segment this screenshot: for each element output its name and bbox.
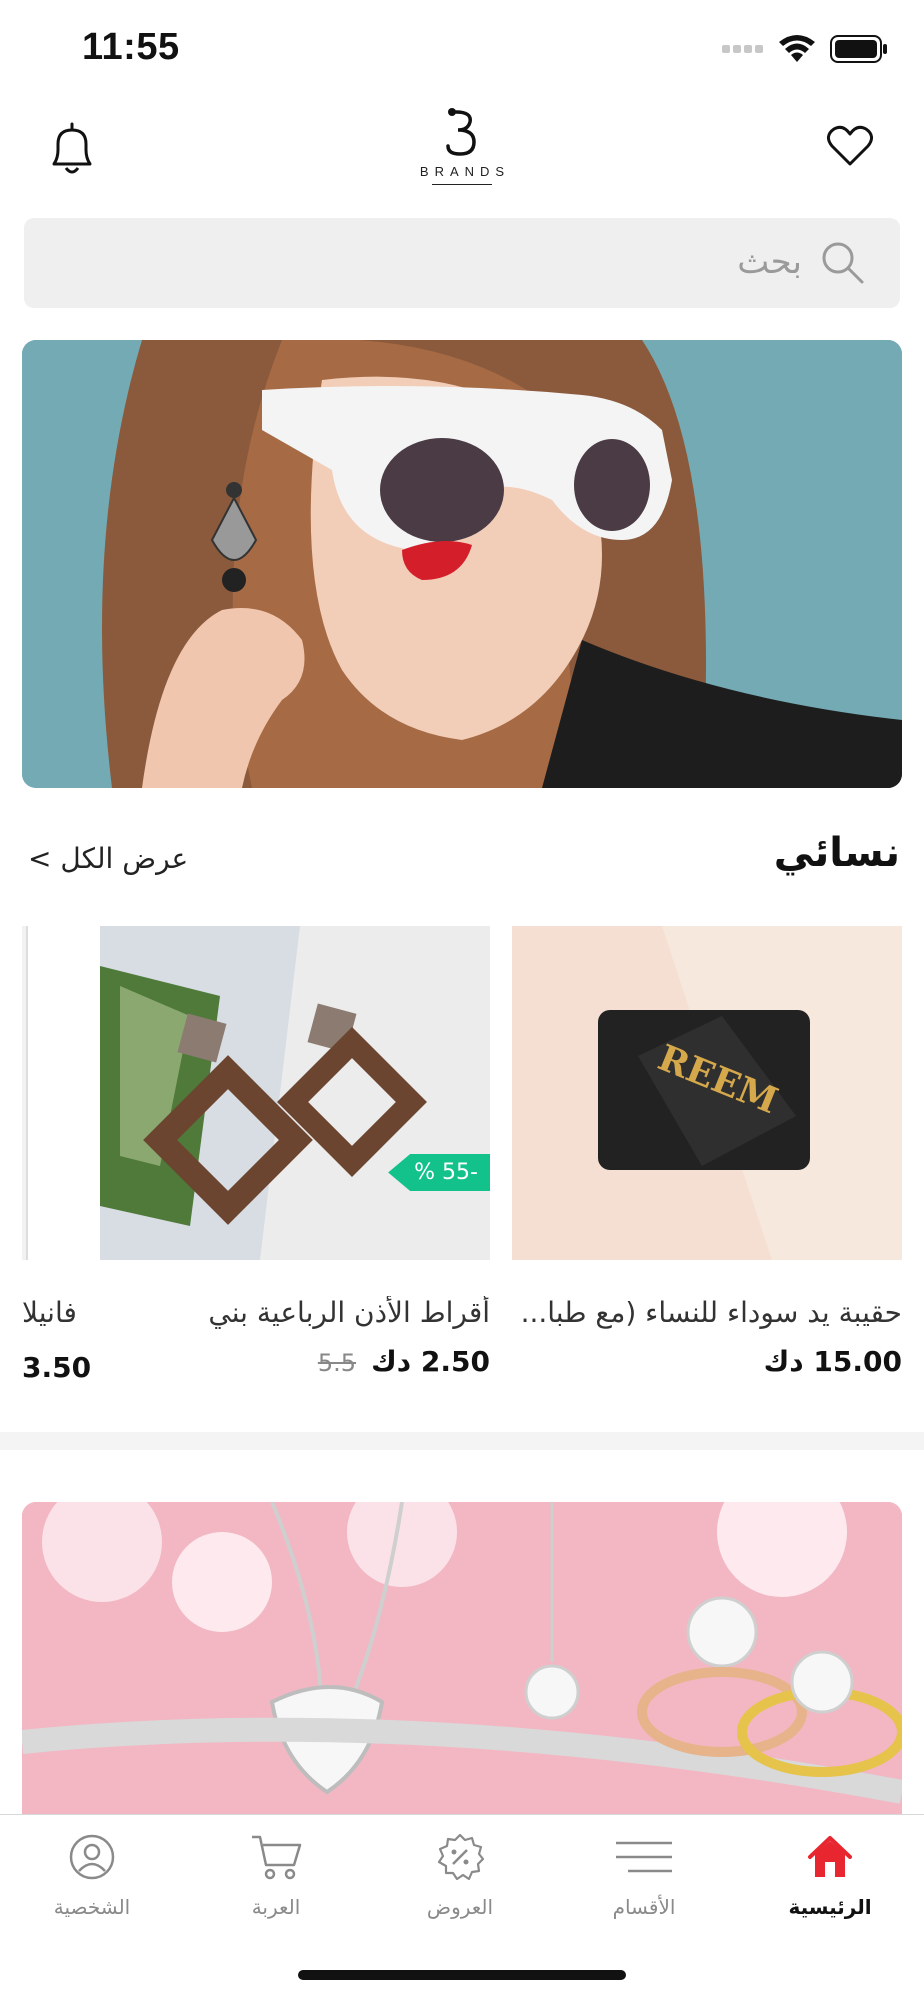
jewelry-banner[interactable] bbox=[22, 1502, 902, 1832]
price-row: 2.50 دك 5.5 bbox=[100, 1345, 490, 1378]
product-price: 15.00 دك bbox=[763, 1345, 902, 1378]
hero-banner[interactable] bbox=[22, 340, 902, 788]
notifications-button[interactable] bbox=[46, 120, 98, 184]
status-icons bbox=[722, 34, 888, 64]
status-bar: 11:55 bbox=[0, 0, 924, 96]
brands-logo[interactable]: BRANDS bbox=[402, 102, 522, 192]
view-all-link[interactable]: عرض الكل > bbox=[28, 842, 188, 875]
favorites-button[interactable] bbox=[826, 124, 874, 172]
battery-icon bbox=[830, 35, 887, 63]
nav-item-categories[interactable]: الأقسام bbox=[564, 1833, 724, 1919]
signal-icon bbox=[722, 45, 763, 53]
nav-item-cart[interactable]: العربة bbox=[196, 1833, 356, 1919]
nav-item-home[interactable]: الرئيسية bbox=[750, 1833, 910, 1919]
heart-icon bbox=[827, 125, 873, 166]
home-icon bbox=[808, 1836, 852, 1877]
product-name: فانيلا bbox=[22, 1296, 77, 1329]
nav-label: العربة bbox=[251, 1895, 301, 1919]
cart-icon bbox=[252, 1835, 302, 1880]
search-bar[interactable]: بحث bbox=[24, 218, 900, 308]
product-card-partial[interactable]: فانيلا 3.50 bbox=[22, 926, 91, 1384]
product-old-price: 5.5 bbox=[317, 1349, 357, 1377]
home-indicator bbox=[298, 1970, 626, 1980]
header: BRANDS bbox=[0, 96, 924, 206]
categories-icon bbox=[616, 1841, 672, 1873]
nav-item-offers[interactable]: العروض bbox=[380, 1833, 540, 1919]
product-image: REEM bbox=[512, 926, 902, 1260]
nav-label: العروض bbox=[426, 1895, 494, 1919]
nav-label: الرئيسية bbox=[788, 1895, 872, 1919]
search-icon bbox=[822, 242, 864, 284]
product-image: % 55- bbox=[100, 926, 490, 1260]
product-name: حقيبة يد سوداء للنساء (مع طبا... bbox=[520, 1296, 902, 1329]
price-row: 15.00 دك bbox=[512, 1345, 902, 1378]
product-card[interactable]: REEM حقيبة يد سوداء للنساء (مع طبا... 15… bbox=[512, 926, 902, 1378]
nav-label: الأقسام bbox=[612, 1895, 676, 1919]
logo-text: BRANDS bbox=[419, 164, 511, 179]
product-price: 2.50 دك bbox=[371, 1345, 490, 1378]
section-divider bbox=[0, 1432, 924, 1450]
product-image bbox=[22, 926, 28, 1260]
section-title: نسائي bbox=[773, 830, 900, 876]
hero-image bbox=[22, 340, 902, 788]
product-card[interactable]: % 55- أقراط الأذن الرباعية بني 2.50 دك 5… bbox=[100, 926, 490, 1378]
product-name: أقراط الأذن الرباعية بني bbox=[208, 1296, 490, 1329]
status-time: 11:55 bbox=[82, 26, 180, 68]
nav-item-profile[interactable]: الشخصية bbox=[12, 1833, 172, 1919]
banner-image bbox=[22, 1502, 902, 1832]
offers-icon bbox=[437, 1833, 485, 1881]
nav-label: الشخصية bbox=[53, 1895, 131, 1919]
profile-icon bbox=[69, 1834, 115, 1880]
logo-underline bbox=[432, 184, 492, 185]
product-price: 3.50 bbox=[22, 1351, 92, 1384]
bell-icon bbox=[52, 122, 92, 174]
wifi-icon bbox=[779, 35, 815, 62]
search-placeholder: بحث bbox=[737, 242, 802, 282]
logo-mark bbox=[446, 108, 476, 156]
